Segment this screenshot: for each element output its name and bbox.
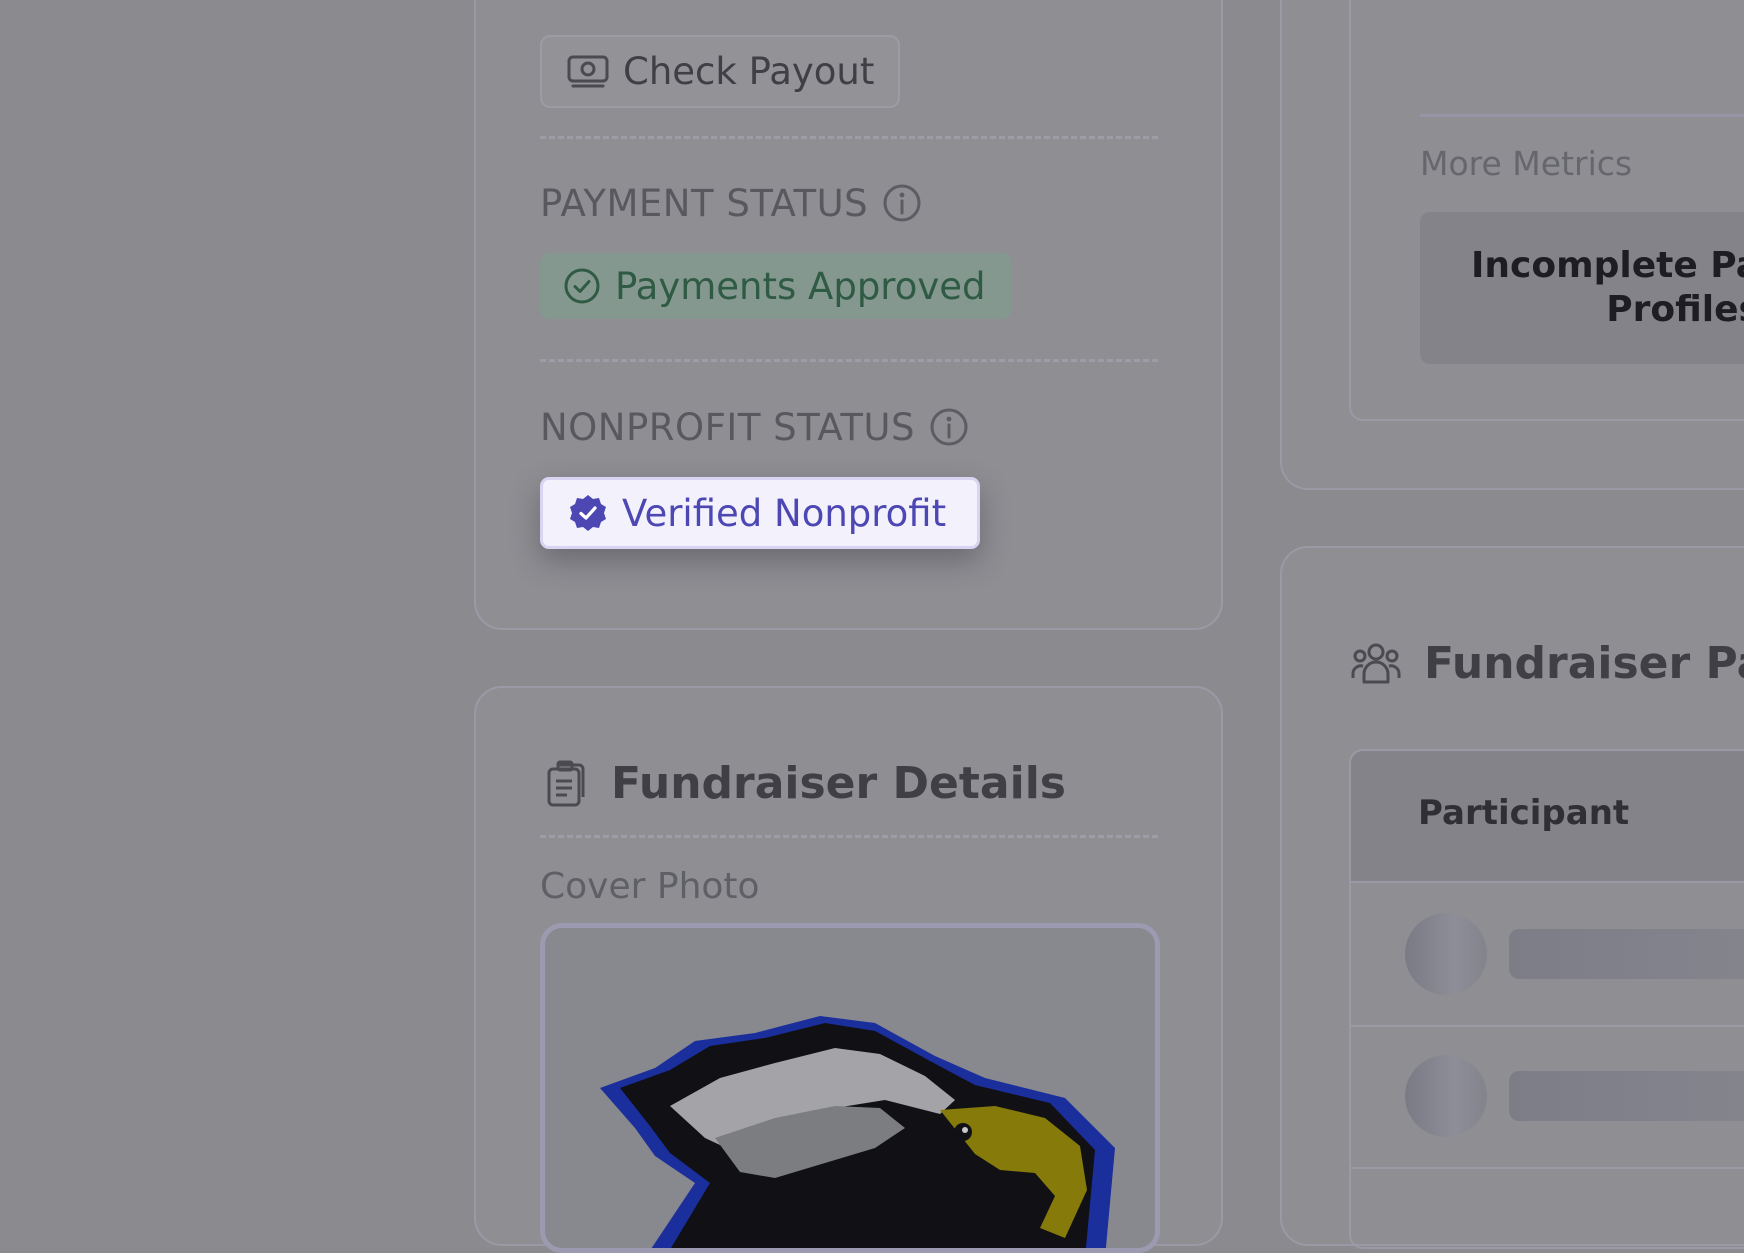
table-header: Participant bbox=[1351, 751, 1744, 883]
payments-approved-badge: Payments Approved bbox=[540, 253, 1012, 319]
fundraiser-details-heading: Fundraiser Details bbox=[545, 753, 1066, 813]
divider bbox=[1420, 114, 1744, 117]
text-skeleton bbox=[1509, 929, 1744, 979]
payment-status-label: PAYMENT STATUS bbox=[540, 178, 922, 228]
participants-heading: Fundraiser Part bbox=[1350, 633, 1744, 693]
users-icon bbox=[1351, 643, 1401, 684]
clipboard-icon bbox=[547, 760, 585, 807]
check-payout-label: Check Payout bbox=[623, 50, 875, 93]
participant-column-header[interactable]: Participant bbox=[1418, 793, 1629, 833]
participants-title: Fundraiser Part bbox=[1424, 637, 1744, 689]
check-circle-icon bbox=[564, 268, 600, 304]
avatar-skeleton bbox=[1405, 1055, 1487, 1137]
info-icon[interactable] bbox=[882, 183, 922, 223]
participants-table: Participant bbox=[1349, 749, 1744, 1249]
nonprofit-status-label: NONPROFIT STATUS bbox=[540, 402, 969, 452]
incomplete-profiles-text: Incomplete Pa Profiles bbox=[1470, 245, 1744, 330]
table-row bbox=[1351, 1167, 1744, 1247]
verified-badge-icon bbox=[570, 495, 606, 531]
verified-nonprofit-badge[interactable]: Verified Nonprofit bbox=[540, 477, 980, 549]
info-icon[interactable] bbox=[929, 407, 969, 447]
divider bbox=[540, 835, 1158, 838]
verified-nonprofit-text: Verified Nonprofit bbox=[622, 491, 947, 535]
avatar-skeleton bbox=[1405, 913, 1487, 995]
table-row bbox=[1351, 1025, 1744, 1169]
payments-approved-text: Payments Approved bbox=[615, 264, 986, 308]
divider bbox=[540, 136, 1158, 139]
cover-photo[interactable] bbox=[540, 923, 1160, 1253]
cover-photo-label: Cover Photo bbox=[540, 866, 760, 907]
text-skeleton bbox=[1509, 1071, 1744, 1121]
table-row bbox=[1351, 883, 1744, 1027]
eagle-logo bbox=[600, 1016, 1115, 1248]
money-icon bbox=[567, 55, 609, 87]
more-metrics-label: More Metrics bbox=[1420, 144, 1633, 183]
divider bbox=[540, 359, 1158, 362]
fundraiser-details-title: Fundraiser Details bbox=[611, 757, 1066, 809]
check-payout-button[interactable]: Check Payout bbox=[540, 35, 900, 108]
